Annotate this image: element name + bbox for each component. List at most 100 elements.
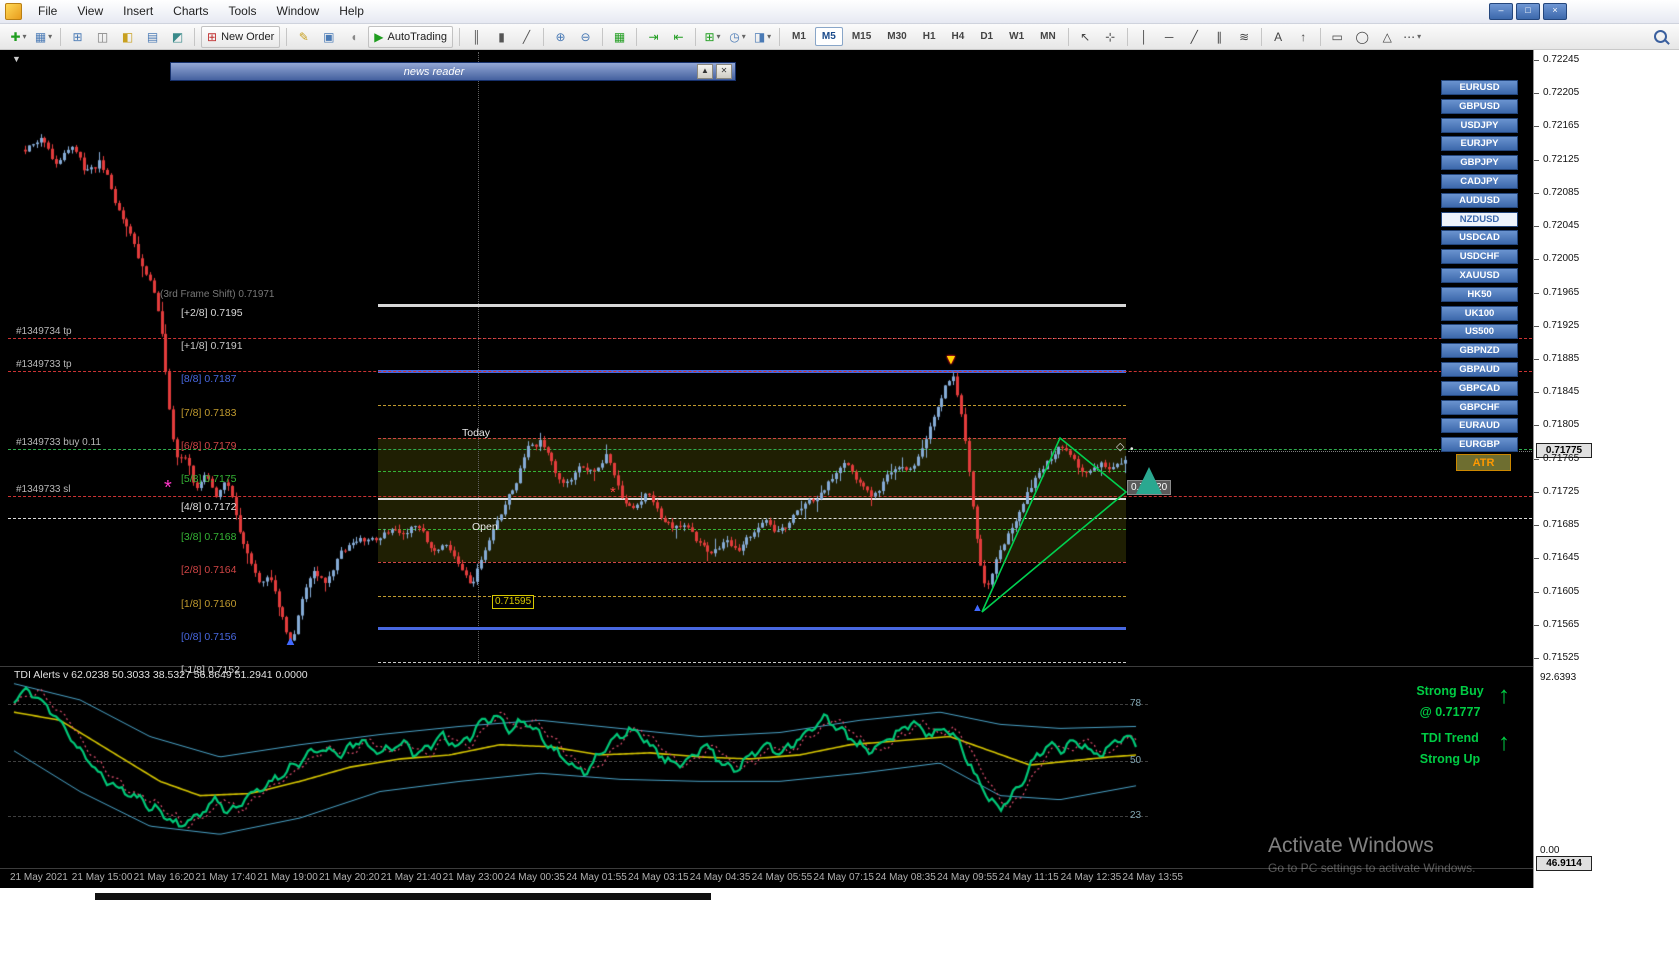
symbol-button-usdcad[interactable]: USDCAD <box>1441 230 1518 246</box>
auto-scroll-icon[interactable]: ⇥ <box>641 26 666 48</box>
menu-help[interactable]: Help <box>329 0 374 23</box>
timeframe-w1[interactable]: W1 <box>1002 27 1031 46</box>
symbol-button-cadjpy[interactable]: CADJPY <box>1441 174 1518 189</box>
terminal-icon[interactable]: ▤ <box>140 26 165 48</box>
symbol-button-gbpusd[interactable]: GBPUSD <box>1441 98 1518 114</box>
symbol-button-eurjpy[interactable]: EURJPY <box>1441 136 1518 152</box>
metaeditor-icon[interactable]: ✎ <box>291 26 316 48</box>
price-tick-label: 0.72165 <box>1543 120 1580 131</box>
minimize-button[interactable]: – <box>1489 3 1513 20</box>
data-window-icon-glyph: ◫ <box>96 29 109 44</box>
new-order-button[interactable]: ⊞ New Order <box>201 25 281 48</box>
symbol-button-usdchf[interactable]: USDCHF <box>1441 249 1518 265</box>
strategy-tester-icon[interactable]: ◩ <box>165 26 190 48</box>
zoom-out-icon[interactable]: ⊖ <box>573 26 598 48</box>
search-icon[interactable] <box>1648 26 1673 48</box>
navigator-icon[interactable]: ◧ <box>115 26 140 48</box>
news-reader-close-button[interactable]: ✕ <box>716 64 732 79</box>
symbol-button-gbpaud[interactable]: GBPAUD <box>1441 362 1518 377</box>
symbol-button-gbpnzd[interactable]: GBPNZD <box>1441 343 1518 359</box>
menu-charts[interactable]: Charts <box>163 0 218 23</box>
new-chart-icon[interactable]: ✚ ▾ <box>6 26 31 48</box>
atr-button[interactable]: ATR <box>1456 454 1511 471</box>
menu-insert[interactable]: Insert <box>113 0 163 23</box>
line-chart-icon[interactable]: ╱ <box>514 26 539 48</box>
triangle-icon[interactable]: △ <box>1375 26 1400 48</box>
templates-icon[interactable]: ◨ ▾ <box>750 26 775 48</box>
price-tick <box>1534 492 1539 493</box>
channel-icon[interactable]: ∥ <box>1207 26 1232 48</box>
candlestick-chart-icon[interactable]: ▮ <box>489 26 514 48</box>
fibonacci-icon[interactable]: ≋ <box>1232 26 1257 48</box>
horizontal-line-icon[interactable]: ─ <box>1157 26 1182 48</box>
symbol-button-audusd[interactable]: AUDUSD <box>1441 192 1518 208</box>
symbol-button-gbpcad[interactable]: GBPCAD <box>1441 380 1518 396</box>
price-tick-label: 0.71845 <box>1543 386 1580 397</box>
triangle-drawing[interactable] <box>0 0 1679 962</box>
symbol-button-usdjpy[interactable]: USDJPY <box>1441 117 1518 133</box>
arrows-tool-icon[interactable]: ↑ <box>1291 26 1316 48</box>
vertical-line-icon-glyph: │ <box>1140 29 1148 44</box>
trendline-icon[interactable]: ╱ <box>1182 26 1207 48</box>
symbol-button-nzdusd[interactable]: NZDUSD <box>1441 211 1518 227</box>
symbol-button-xauusd[interactable]: XAUUSD <box>1441 268 1518 283</box>
price-tick <box>1534 126 1539 127</box>
indicators-icon[interactable]: ⊞ ▾ <box>700 26 725 48</box>
news-reader-window[interactable]: news reader ▲ ✕ <box>170 62 736 81</box>
price-tick <box>1534 193 1539 194</box>
price-tick-label: 0.72125 <box>1543 154 1580 165</box>
timeframe-d1[interactable]: D1 <box>973 27 1000 46</box>
symbol-button-hk50[interactable]: HK50 <box>1441 286 1518 302</box>
market-watch-icon[interactable]: ⊞ <box>65 26 90 48</box>
rectangle-icon[interactable]: ▭ <box>1325 26 1350 48</box>
candlestick-chart-icon-glyph: ▮ <box>498 29 505 44</box>
price-tick-label: 0.71685 <box>1543 519 1580 530</box>
timeframe-m5[interactable]: M5 <box>814 27 843 46</box>
timeframe-mn[interactable]: MN <box>1033 27 1063 46</box>
text-icon-glyph: A <box>1274 29 1283 44</box>
symbol-button-eurgbp[interactable]: EURGBP <box>1441 437 1518 453</box>
bar-chart-icon[interactable]: ║ <box>464 26 489 48</box>
menu-view[interactable]: View <box>67 0 113 23</box>
menu-window[interactable]: Window <box>267 0 330 23</box>
autotrading-button[interactable]: ▶ AutoTrading <box>368 25 454 48</box>
chart-shift-icon[interactable]: ⇤ <box>666 26 691 48</box>
symbol-button-us500[interactable]: US500 <box>1441 324 1518 340</box>
symbol-button-uk100[interactable]: UK100 <box>1441 305 1518 321</box>
ellipse-icon[interactable]: ◯ <box>1350 26 1375 48</box>
menu-file[interactable]: File <box>28 0 67 23</box>
arrows-tool-icon-glyph: ↑ <box>1300 29 1307 44</box>
sound-icon[interactable]: ◖ <box>341 26 366 48</box>
timeframe-h4[interactable]: H4 <box>945 27 972 46</box>
price-tick <box>1534 93 1539 94</box>
menu-tools[interactable]: Tools <box>219 0 267 23</box>
price-scale[interactable]: 0.71775 92.6393 0.00 46.9114 0.72245 0.72… <box>1533 50 1679 888</box>
news-reader-rollup-button[interactable]: ▲ <box>697 64 713 79</box>
price-tick-label: 0.72245 <box>1543 54 1580 65</box>
timeframe-m1[interactable]: M1 <box>785 27 813 46</box>
data-window-icon[interactable]: ◫ <box>90 26 115 48</box>
timeframe-m30[interactable]: M30 <box>880 27 913 46</box>
restore-button[interactable]: □ <box>1516 3 1540 20</box>
cursor-icon[interactable]: ↖ <box>1073 26 1098 48</box>
more-objects-icon[interactable]: ⋯ ▾ <box>1400 26 1425 48</box>
profiles-icon[interactable]: ▦ ▾ <box>31 26 56 48</box>
symbol-button-euraud[interactable]: EURAUD <box>1441 418 1518 434</box>
periods-icon[interactable]: ◷ ▾ <box>725 26 750 48</box>
symbol-button-gbpjpy[interactable]: GBPJPY <box>1441 155 1518 171</box>
zoom-in-icon[interactable]: ⊕ <box>548 26 573 48</box>
text-icon[interactable]: A <box>1266 26 1291 48</box>
signal-tdi-trend: TDI Trend <box>1421 731 1479 745</box>
tile-windows-icon[interactable]: ▦ <box>607 26 632 48</box>
crosshair-icon[interactable]: ⊹ <box>1098 26 1123 48</box>
red-star: * <box>610 484 616 501</box>
vertical-line-icon[interactable]: │ <box>1132 26 1157 48</box>
close-button[interactable]: × <box>1543 3 1567 20</box>
symbol-button-eurusd[interactable]: EURUSD <box>1441 80 1518 95</box>
zoom-out-icon-glyph: ⊖ <box>580 29 591 44</box>
symbol-button-gbpchf[interactable]: GBPCHF <box>1441 399 1518 415</box>
print-icon[interactable]: ▣ <box>316 26 341 48</box>
timeframe-h1[interactable]: H1 <box>916 27 943 46</box>
price-tick <box>1534 658 1539 659</box>
timeframe-m15[interactable]: M15 <box>845 27 878 46</box>
